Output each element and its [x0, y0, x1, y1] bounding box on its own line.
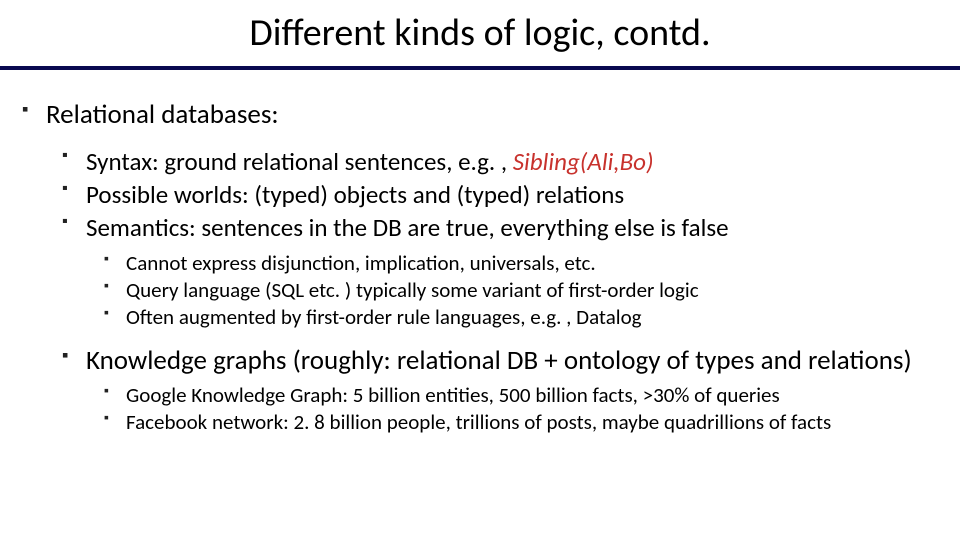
list-item: Often augmented by first-order rule lang… — [104, 304, 938, 330]
list-item: Relational databases: Syntax: ground rel… — [22, 98, 938, 330]
list-item: Query language (SQL etc. ) typically som… — [104, 277, 938, 303]
slide-content: Relational databases: Syntax: ground rel… — [0, 70, 960, 436]
slide: Different kinds of logic, contd. Relatio… — [0, 0, 960, 540]
list-item: Cannot express disjunction, implication,… — [104, 250, 938, 276]
item-text: Possible worlds: (typed) objects and (ty… — [86, 179, 624, 210]
item-text: Syntax: ground relational sentences, e.g… — [86, 146, 513, 177]
item-text: Semantics: sentences in the DB are true,… — [86, 212, 729, 243]
bullet-list-level1: Relational databases: Syntax: ground rel… — [22, 98, 938, 436]
item-text: Cannot express disjunction, implication,… — [126, 250, 596, 276]
item-text: Google Knowledge Graph: 5 billion entiti… — [126, 382, 780, 408]
bullet-list-level3: Google Knowledge Graph: 5 billion entiti… — [86, 382, 938, 436]
slide-title: Different kinds of logic, contd. — [0, 0, 960, 64]
item-text: Query language (SQL etc. ) typically som… — [126, 277, 699, 303]
item-text: Often augmented by first-order rule lang… — [126, 304, 642, 330]
list-item: Possible worlds: (typed) objects and (ty… — [62, 179, 938, 210]
list-item: Facebook network: 2. 8 billion people, t… — [104, 409, 938, 435]
bullet-list-level2: Syntax: ground relational sentences, e.g… — [46, 146, 938, 331]
item-text: Knowledge graphs (roughly: relational DB… — [86, 344, 912, 377]
item-text: Facebook network: 2. 8 billion people, t… — [126, 409, 831, 435]
item-text: Relational databases: — [46, 98, 279, 131]
list-item: Syntax: ground relational sentences, e.g… — [62, 146, 938, 177]
bullet-list-level3: Cannot express disjunction, implication,… — [86, 250, 938, 331]
list-item: Knowledge graphs (roughly: relational DB… — [62, 344, 938, 435]
list-item: Semantics: sentences in the DB are true,… — [62, 212, 938, 330]
example-text: Sibling(Ali,Bo) — [513, 146, 654, 177]
list-item: Google Knowledge Graph: 5 billion entiti… — [104, 382, 938, 408]
